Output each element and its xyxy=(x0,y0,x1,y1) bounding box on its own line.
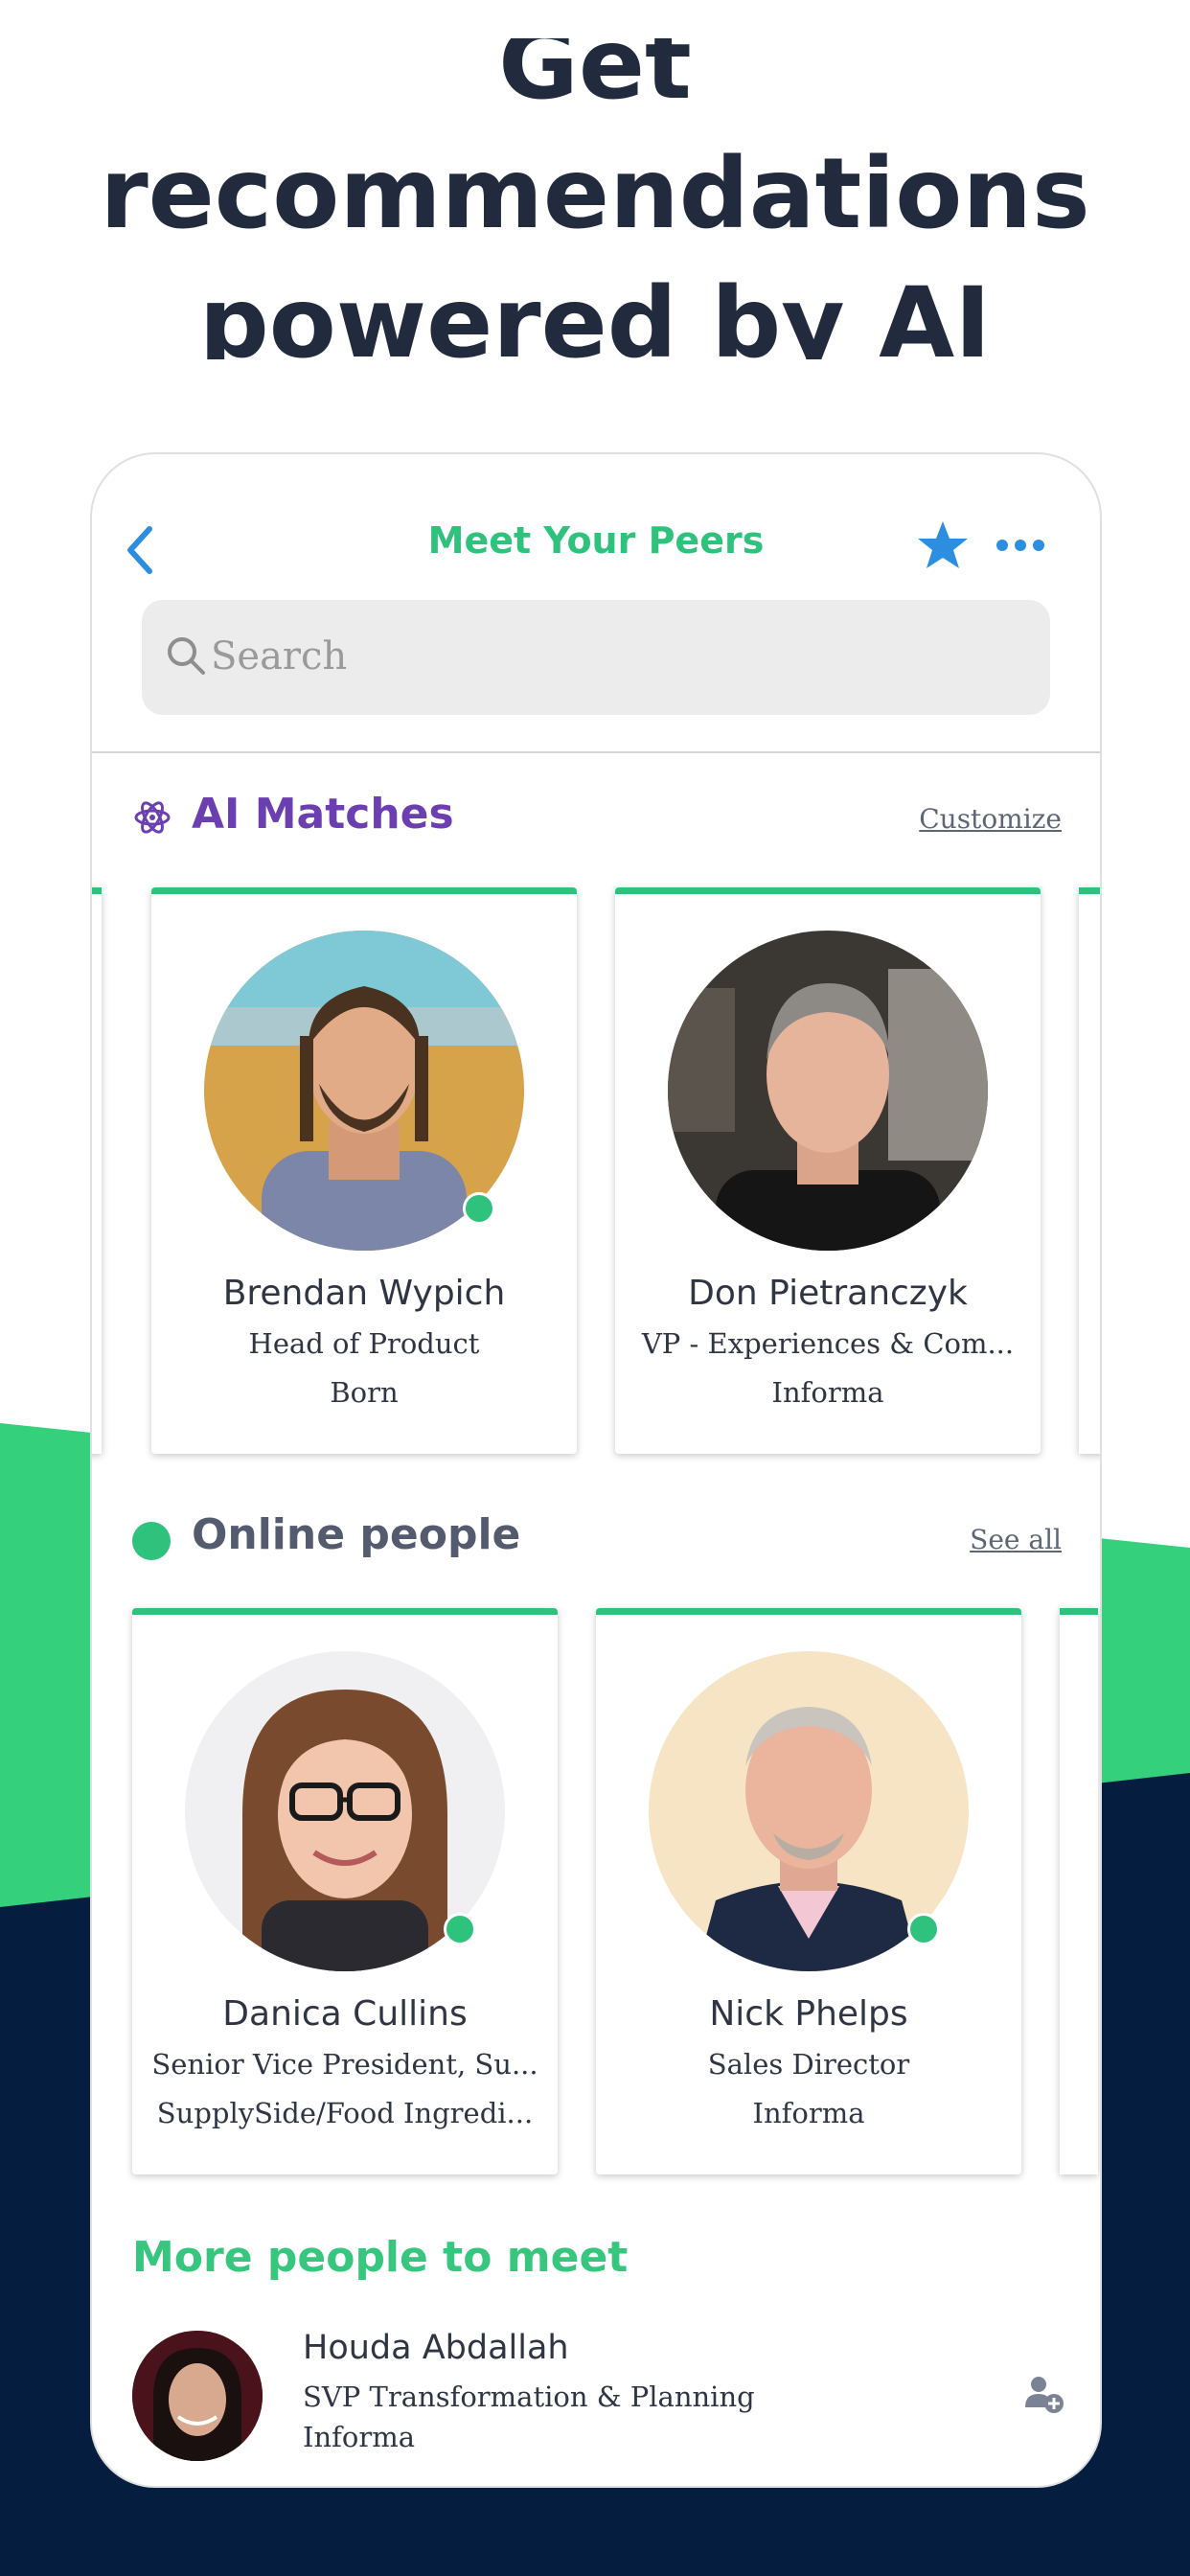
person-name[interactable]: Houda Abdallah xyxy=(303,2329,569,2367)
card-name: Brendan Wypich xyxy=(222,1274,506,1313)
avatar xyxy=(668,931,988,1251)
card-company: Informa xyxy=(771,1376,884,1409)
person-company: Informa xyxy=(303,2421,415,2453)
online-dot-icon xyxy=(444,1913,476,1945)
online-dot-icon xyxy=(132,1522,171,1560)
more-icon[interactable] xyxy=(995,531,1046,560)
headline-line-3: powered by AI xyxy=(198,266,992,359)
card-peek-left[interactable] xyxy=(92,887,102,1454)
card-role: Sales Director xyxy=(707,2048,910,2081)
card-peek-right[interactable] xyxy=(1060,1608,1098,2174)
person-role: SVP Transformation & Planning xyxy=(303,2380,755,2413)
card-name: Danica Cullins xyxy=(222,1994,468,2034)
star-icon[interactable] xyxy=(914,518,972,575)
online-dot-icon xyxy=(907,1913,940,1945)
search-icon xyxy=(168,637,205,675)
headline-line-1: Get xyxy=(498,38,692,122)
card-role: Senior Vice President, Su... xyxy=(151,2048,538,2081)
card-company: Informa xyxy=(752,2097,865,2129)
ai-matches-title: AI Matches xyxy=(192,790,454,839)
marketing-headline: Get recommendations powered by AI xyxy=(0,38,1190,359)
customize-link[interactable]: Customize xyxy=(919,803,1062,835)
online-people-title: Online people xyxy=(192,1510,521,1559)
atom-icon xyxy=(134,801,171,834)
search-input[interactable]: Search xyxy=(142,600,1050,715)
card-role: Head of Product xyxy=(248,1327,480,1360)
match-card-don[interactable]: Don Pietranczyk VP - Experiences & Com..… xyxy=(615,887,1041,1454)
nav-bar: Meet Your Peers Search xyxy=(92,454,1100,753)
phone-screen: Meet Your Peers Search AI Matches Custom… xyxy=(90,452,1102,2488)
card-company: SupplySide/Food Ingredi... xyxy=(156,2097,534,2129)
more-people-title: More people to meet xyxy=(132,2233,629,2282)
add-user-icon[interactable] xyxy=(1023,2373,1065,2415)
avatar[interactable] xyxy=(132,2331,263,2461)
card-name: Nick Phelps xyxy=(709,1994,908,2034)
card-peek-right[interactable] xyxy=(1079,887,1100,1454)
online-card-danica[interactable]: Danica Cullins Senior Vice President, Su… xyxy=(132,1608,558,2174)
headline-line-2: recommendations xyxy=(100,137,1090,251)
match-card-brendan[interactable]: Brendan Wypich Head of Product Born xyxy=(151,887,577,1454)
online-dot-icon xyxy=(463,1192,495,1225)
card-company: Born xyxy=(330,1376,399,1409)
card-name: Don Pietranczyk xyxy=(688,1274,968,1313)
online-card-nick[interactable]: Nick Phelps Sales Director Informa xyxy=(596,1608,1021,2174)
see-all-link[interactable]: See all xyxy=(970,1524,1062,1555)
search-placeholder: Search xyxy=(211,634,348,678)
card-role: VP - Experiences & Com... xyxy=(641,1327,1015,1360)
